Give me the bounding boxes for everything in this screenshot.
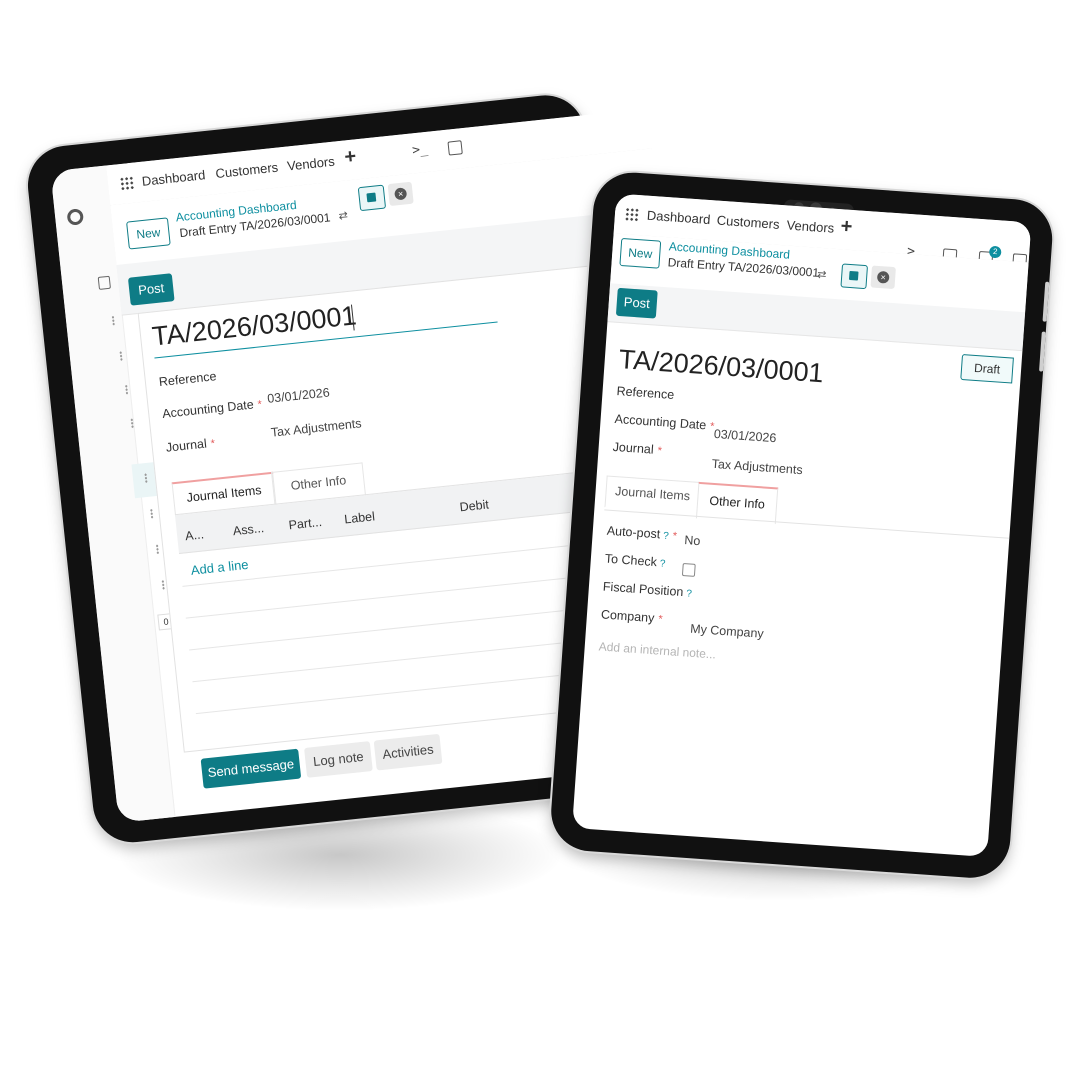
accounting-date-label: Accounting Date * — [614, 411, 715, 433]
save-button[interactable] — [840, 263, 869, 290]
company-field[interactable]: My Company — [690, 622, 764, 641]
new-button[interactable]: New — [619, 237, 662, 269]
activities-button[interactable]: Activities — [373, 733, 443, 771]
add-menu-icon[interactable]: + — [343, 145, 357, 169]
apps-grid-icon[interactable] — [119, 175, 135, 192]
discard-button[interactable]: × — [387, 181, 414, 207]
apps-grid-icon[interactable] — [624, 207, 640, 223]
search-record-icon[interactable] — [97, 275, 111, 290]
breadcrumb-current: Draft Entry TA/2026/03/0001 — [667, 255, 820, 280]
save-icon — [848, 270, 859, 281]
post-button[interactable]: Post — [127, 273, 175, 306]
send-message-button[interactable]: Send message — [200, 748, 302, 789]
internal-note-input[interactable]: Add an internal note... — [598, 639, 716, 661]
terminal-icon[interactable]: >_ — [411, 142, 428, 159]
journal-label: Journal * — [612, 439, 663, 458]
save-button[interactable] — [357, 184, 387, 212]
right-screen: Dashboard Customers Vendors + >_ 2 New A… — [572, 193, 1032, 857]
status-draft[interactable]: Draft — [960, 353, 1014, 384]
journal-field[interactable]: Tax Adjustments — [711, 457, 803, 477]
close-icon: × — [876, 270, 890, 284]
reference-label: Reference — [616, 383, 675, 402]
close-icon: × — [394, 187, 408, 201]
drag-handle-icon[interactable] — [161, 579, 165, 590]
nav-customers[interactable]: Customers — [215, 160, 279, 181]
nav-vendors[interactable]: Vendors — [786, 217, 835, 235]
record-settings-icon[interactable]: ⇄ — [817, 268, 827, 282]
auto-post-field[interactable]: No — [684, 533, 701, 548]
to-check-checkbox[interactable] — [681, 563, 696, 577]
record-settings-icon[interactable]: ⇄ — [338, 209, 348, 223]
chat-badge: 2 — [988, 245, 1002, 259]
fiscal-position-label: Fiscal Position? — [602, 579, 693, 600]
to-check-label: To Check? — [604, 551, 666, 570]
column-account[interactable]: A... — [185, 527, 205, 543]
nav-dashboard[interactable]: Dashboard — [646, 208, 711, 227]
split-view-icon[interactable] — [447, 140, 463, 156]
drag-handle-icon[interactable] — [150, 508, 154, 519]
post-button[interactable]: Post — [615, 287, 658, 319]
auto-post-label: Auto-post? * — [606, 523, 678, 543]
nav-customers[interactable]: Customers — [716, 213, 780, 232]
discard-button[interactable]: × — [870, 265, 896, 290]
record-title[interactable]: TA/2026/03/0001 — [618, 344, 825, 389]
nav-vendors[interactable]: Vendors — [286, 154, 335, 174]
new-button[interactable]: New — [126, 217, 171, 250]
save-icon — [366, 192, 377, 203]
company-label: Company * — [600, 607, 663, 626]
nav-dashboard[interactable]: Dashboard — [141, 167, 206, 189]
accounting-date-field[interactable]: 03/01/2026 — [713, 427, 776, 445]
log-note-button[interactable]: Log note — [304, 741, 373, 778]
right-tablet: Dashboard Customers Vendors + >_ 2 New A… — [548, 170, 1055, 881]
drag-handle-icon[interactable] — [155, 544, 159, 555]
add-menu-icon[interactable]: + — [840, 215, 853, 239]
tab-journal-items[interactable]: Journal Items — [604, 475, 701, 514]
